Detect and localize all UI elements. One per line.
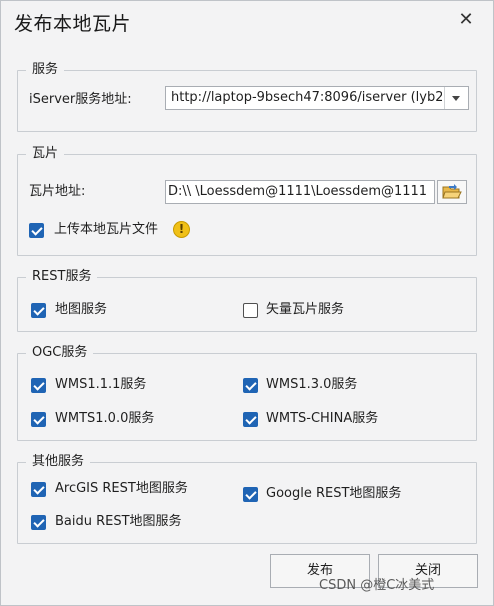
baidu-rest-checkbox[interactable]	[31, 515, 46, 530]
ogc-group-legend: OGC服务	[26, 344, 94, 362]
csdn-watermark: CSDN @橙C冰美式	[319, 578, 435, 593]
wms130-label: WMS1.3.0服务	[266, 377, 358, 392]
tile-group-legend: 瓦片	[26, 145, 65, 163]
publish-local-tile-dialog: 发布本地瓦片 ✕ 服务 iServer服务地址: http://laptop-9…	[0, 0, 494, 606]
wmts100-label: WMTS1.0.0服务	[55, 411, 155, 426]
tile-group: 瓦片	[17, 145, 477, 256]
google-rest-checkbox[interactable]	[243, 487, 258, 502]
vector-tile-service-label: 矢量瓦片服务	[266, 302, 345, 317]
dialog-title: 发布本地瓦片	[14, 13, 132, 35]
iserver-address-label: iServer服务地址:	[29, 92, 132, 107]
map-service-label: 地图服务	[55, 302, 108, 317]
other-services-group-legend: 其他服务	[26, 453, 91, 471]
arcgis-rest-checkbox[interactable]	[31, 482, 46, 497]
service-group-legend: 服务	[26, 61, 65, 79]
title-bar: 发布本地瓦片 ✕	[1, 1, 493, 41]
map-service-checkbox[interactable]	[31, 303, 46, 318]
upload-local-tiles-label: 上传本地瓦片文件	[54, 222, 159, 237]
chevron-down-icon[interactable]	[444, 87, 468, 109]
tile-address-value: D:\\ \Loessdem@1111\Loessdem@1111	[168, 184, 428, 199]
close-icon[interactable]: ✕	[456, 10, 476, 30]
vector-tile-service-checkbox[interactable]	[243, 303, 258, 318]
rest-group-legend: REST服务	[26, 268, 98, 286]
warning-icon: !	[173, 221, 190, 238]
browse-folder-button[interactable]	[437, 180, 467, 204]
other-services-group: 其他服务	[17, 453, 477, 544]
wmts100-checkbox[interactable]	[31, 412, 46, 427]
wmts-china-checkbox[interactable]	[243, 412, 258, 427]
baidu-rest-label: Baidu REST地图服务	[55, 514, 182, 529]
folder-open-icon	[442, 184, 462, 199]
wmts-china-label: WMTS-CHINA服务	[266, 411, 379, 426]
wms130-checkbox[interactable]	[243, 378, 258, 393]
wms111-label: WMS1.1.1服务	[55, 377, 147, 392]
iserver-address-value: http://laptop-9bsech47:8096/iserver (lyb…	[171, 90, 442, 105]
upload-local-tiles-checkbox[interactable]	[29, 223, 44, 238]
tile-address-input[interactable]: D:\\ \Loessdem@1111\Loessdem@1111	[165, 180, 435, 204]
arcgis-rest-label: ArcGIS REST地图服务	[55, 481, 188, 496]
tile-address-label: 瓦片地址:	[29, 184, 86, 199]
iserver-address-combo[interactable]: http://laptop-9bsech47:8096/iserver (lyb…	[165, 86, 469, 110]
wms111-checkbox[interactable]	[31, 378, 46, 393]
google-rest-label: Google REST地图服务	[266, 486, 402, 501]
